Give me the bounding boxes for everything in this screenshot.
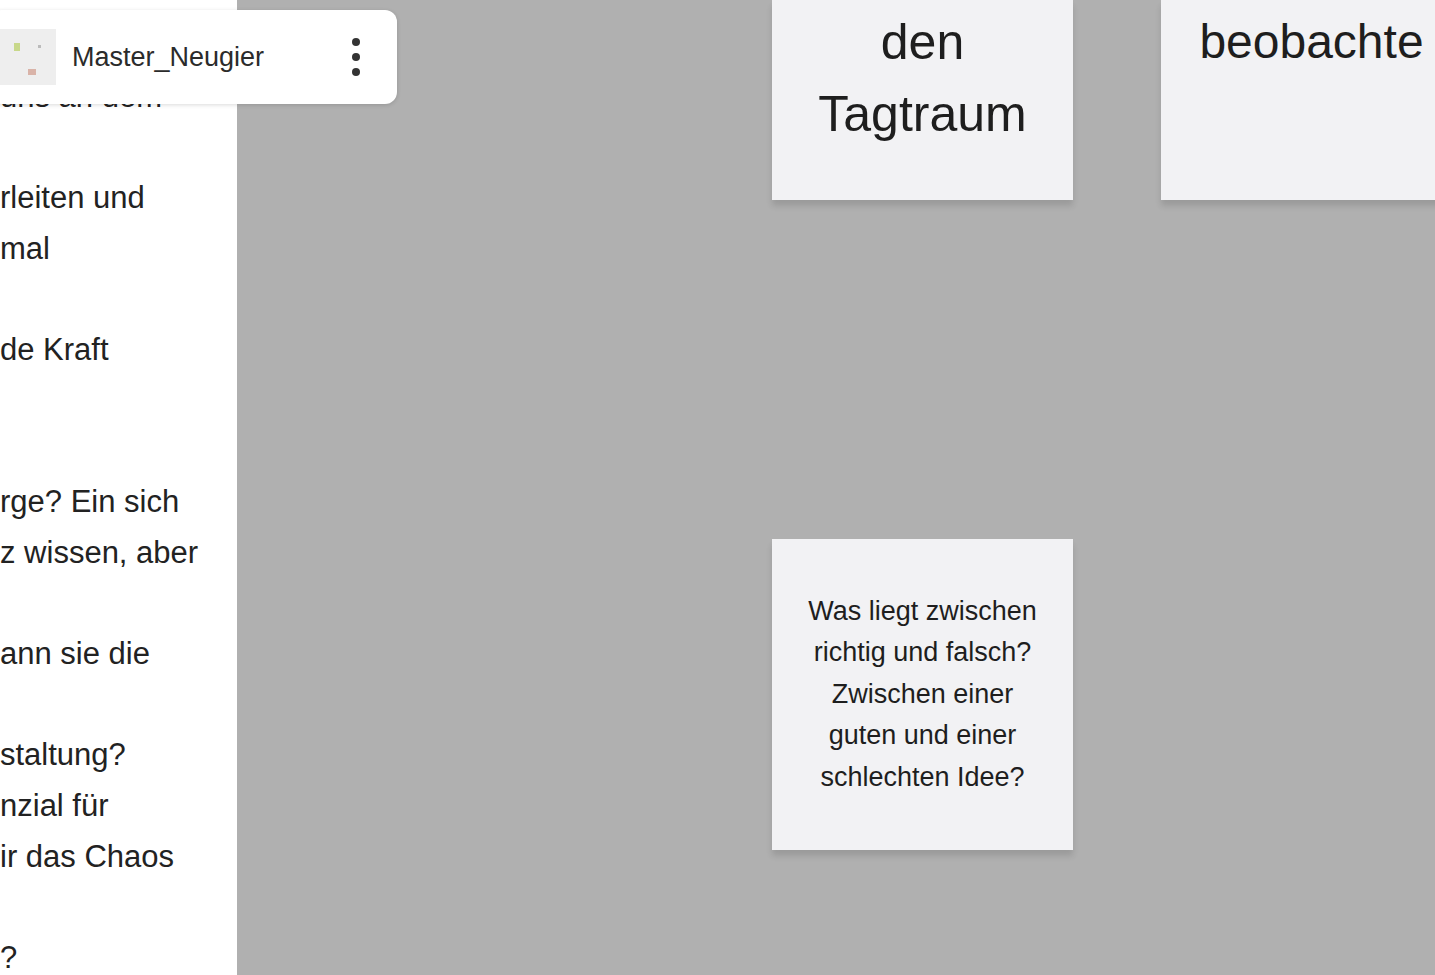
note-text: beobachte bbox=[1199, 6, 1423, 78]
side-line: mal bbox=[0, 224, 237, 275]
board-thumbnail-icon[interactable] bbox=[0, 29, 56, 85]
side-line: nzial für bbox=[0, 781, 237, 832]
side-line: z wissen, aber bbox=[0, 528, 237, 579]
side-line: ann sie die bbox=[0, 629, 237, 680]
side-paragraph: de Kraft bbox=[0, 325, 237, 376]
side-paragraph: ? bbox=[0, 933, 237, 975]
side-paragraph: rleiten undmal bbox=[0, 173, 237, 274]
canvas[interactable]: den Tagtraum beobachte Was liegt zwischen … bbox=[237, 0, 1435, 975]
board-header: Master_Neugier bbox=[0, 10, 397, 104]
sticky-note[interactable]: beobachte bbox=[1161, 0, 1435, 200]
side-paragraph: staltung?nzial fürir das Chaos bbox=[0, 730, 237, 882]
board-title[interactable]: Master_Neugier bbox=[72, 37, 264, 78]
side-line: ? bbox=[0, 933, 237, 975]
app: uns an demrleiten undmalde Kraftrge? Ein… bbox=[0, 0, 1435, 975]
side-paragraph: ann sie die bbox=[0, 629, 237, 680]
note-text: Was liegt zwischen richtig und falsch? Z… bbox=[805, 591, 1040, 799]
side-line: staltung? bbox=[0, 730, 237, 781]
side-line: ir das Chaos bbox=[0, 832, 237, 883]
side-panel: uns an demrleiten undmalde Kraftrge? Ein… bbox=[0, 0, 237, 975]
sticky-note[interactable]: den Tagtraum bbox=[772, 0, 1073, 200]
more-icon[interactable] bbox=[351, 38, 361, 76]
side-line: rleiten und bbox=[0, 173, 237, 224]
note-text: den Tagtraum bbox=[772, 6, 1073, 150]
side-paragraph: rge? Ein sichz wissen, aber bbox=[0, 477, 237, 578]
side-line: rge? Ein sich bbox=[0, 477, 237, 528]
sticky-note[interactable]: Was liegt zwischen richtig und falsch? Z… bbox=[772, 539, 1073, 850]
side-line: de Kraft bbox=[0, 325, 237, 376]
